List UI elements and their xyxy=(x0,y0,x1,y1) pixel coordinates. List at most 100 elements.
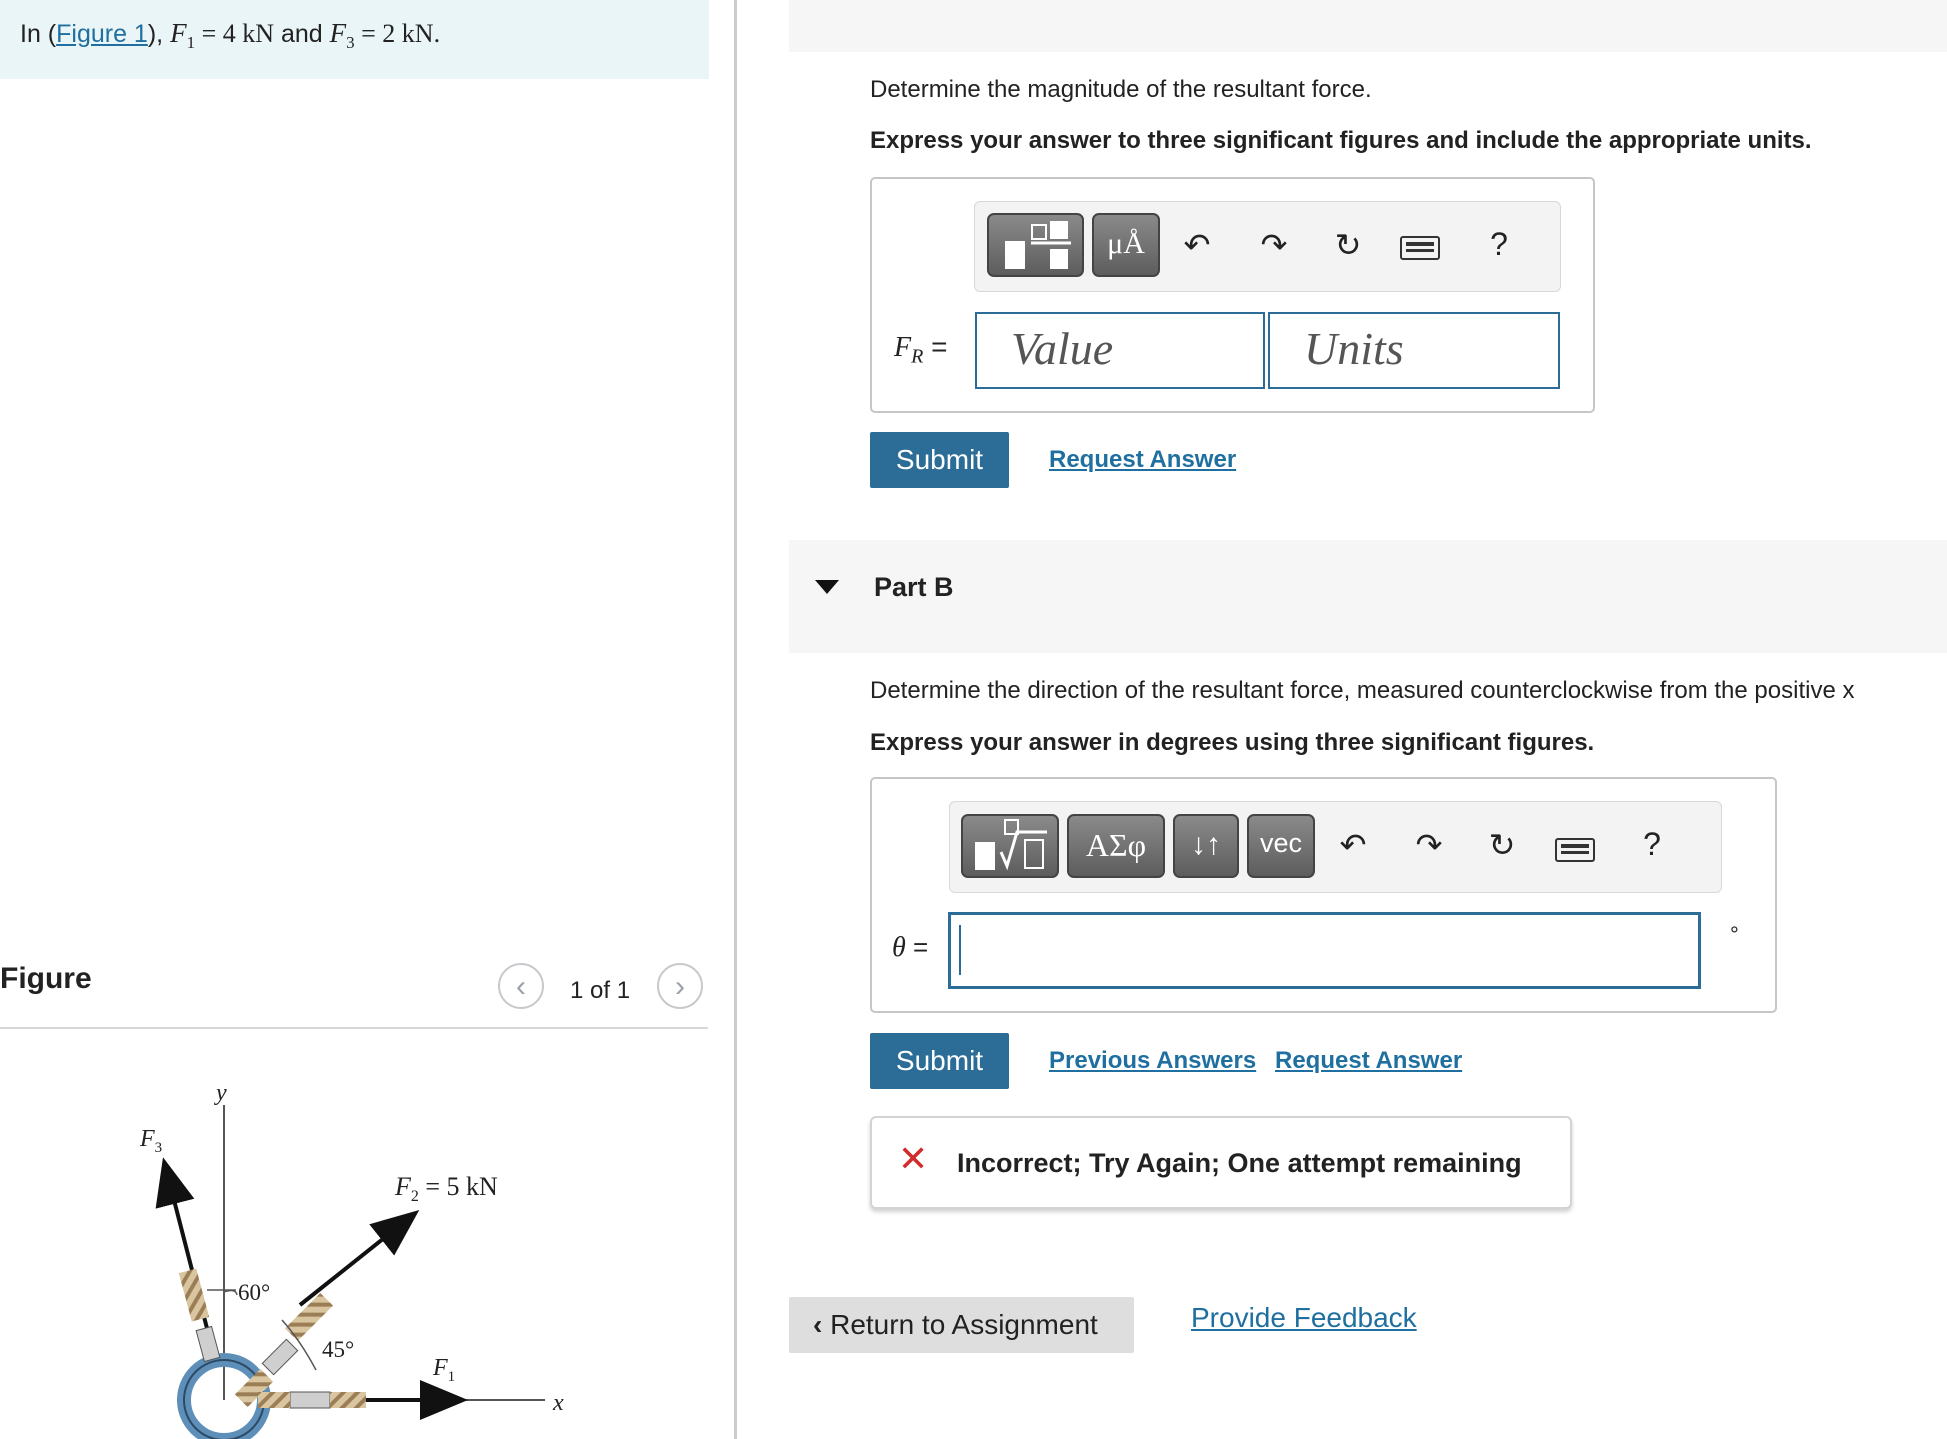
undo-button[interactable]: ↶ xyxy=(1175,226,1219,264)
reset-button[interactable]: ↻ xyxy=(1326,226,1370,264)
keyboard-button[interactable] xyxy=(1400,236,1440,265)
fraction-template-icon xyxy=(1005,221,1071,269)
chevron-right-icon: › xyxy=(675,970,685,1003)
force-diagram: y x F3 F2 = 5 kN F1 60° 45° xyxy=(139,1080,564,1439)
x-axis-label: x xyxy=(552,1390,564,1416)
f1-rope xyxy=(330,1392,366,1408)
value-placeholder: Value xyxy=(1011,323,1114,374)
feedback-message: ✕ Incorrect; Try Again; One attempt rema… xyxy=(870,1116,1572,1209)
f1-symbol: F xyxy=(170,18,187,48)
angle60-arc xyxy=(223,1289,238,1296)
collapse-triangle-icon xyxy=(815,580,839,594)
fr-symbol: F xyxy=(894,332,912,363)
part-b-instruction: Express your answer in degrees using thr… xyxy=(870,729,1595,756)
f1-rope-2 xyxy=(258,1392,290,1408)
fr-subscript: R xyxy=(911,345,924,368)
help-button[interactable]: ? xyxy=(1630,826,1674,863)
figure-divider xyxy=(0,1027,708,1029)
f3-label-sub: 3 xyxy=(155,1140,163,1156)
undo-icon: ↶ xyxy=(1339,827,1367,863)
figure-title: Figure xyxy=(0,962,92,995)
help-button[interactable]: ? xyxy=(1477,226,1521,263)
f2-label-value: = 5 kN xyxy=(419,1172,498,1201)
vec-button[interactable]: vec xyxy=(1247,814,1315,878)
theta-equals: = xyxy=(905,932,929,962)
f3-clamp xyxy=(195,1325,221,1363)
figure-counter: 1 of 1 xyxy=(570,977,631,1004)
problem-prefix: In ( xyxy=(20,20,57,48)
angle45-label: 45° xyxy=(322,1337,354,1362)
redo-icon: ↷ xyxy=(1415,827,1443,863)
figure-prev-button[interactable]: ‹ xyxy=(498,963,544,1009)
left-panel: In (Figure 1), F1 = 4 kN and F3 = 2 kN. … xyxy=(0,0,737,1439)
keyboard-button[interactable] xyxy=(1555,838,1595,867)
part-b-toolbar: ΑΣφ ↓↑ vec ↶ ↷ ↻ ? xyxy=(949,801,1722,893)
redo-button[interactable]: ↷ xyxy=(1252,226,1296,264)
f1-label-symbol: F xyxy=(432,1355,448,1381)
part-a-question: Determine the magnitude of the resultant… xyxy=(870,76,1372,103)
keyboard-icon xyxy=(1400,236,1440,260)
part-a-submit-button[interactable]: Submit xyxy=(870,432,1009,488)
problem-statement: In (Figure 1), F1 = 4 kN and F3 = 2 kN. xyxy=(0,0,709,79)
part-b-request-answer-link[interactable]: Request Answer xyxy=(1275,1047,1462,1075)
f1-label: F1 xyxy=(432,1355,455,1385)
f2-label: F2 = 5 kN xyxy=(394,1172,498,1205)
f3-label: F3 xyxy=(139,1126,162,1156)
undo-icon: ↶ xyxy=(1183,227,1211,263)
return-to-assignment-button[interactable]: ‹ Return to Assignment xyxy=(789,1297,1134,1353)
units-button[interactable]: μÅ xyxy=(1092,213,1160,277)
sqrt-template-button[interactable] xyxy=(961,814,1059,878)
part-b-answer-box: ΑΣφ ↓↑ vec ↶ ↷ ↻ ? θ = ° xyxy=(870,777,1777,1013)
chevron-left-icon: ‹ xyxy=(516,970,526,1003)
theta-label: θ = xyxy=(892,932,928,964)
units-placeholder: Units xyxy=(1304,323,1404,374)
part-a-instruction: Express your answer to three significant… xyxy=(870,127,1812,154)
units-input[interactable]: Units xyxy=(1268,312,1560,389)
value-input[interactable]: Value xyxy=(975,312,1265,389)
f3-label-symbol: F xyxy=(139,1126,155,1152)
redo-button[interactable]: ↷ xyxy=(1407,826,1451,864)
degree-unit: ° xyxy=(1730,922,1739,947)
part-b-header-bar[interactable]: Part B xyxy=(789,540,1947,653)
f3-rope xyxy=(178,1268,210,1322)
column-divider xyxy=(734,0,737,1439)
part-a-answer-box: μÅ ↶ ↷ ↻ ? FR = Value Units xyxy=(870,177,1595,413)
provide-feedback-link[interactable]: Provide Feedback xyxy=(1191,1302,1417,1334)
fr-label: FR = xyxy=(894,331,947,369)
f2-arrow xyxy=(298,1210,420,1307)
part-a-request-answer-link[interactable]: Request Answer xyxy=(1049,446,1236,474)
figure-link[interactable]: Figure 1 xyxy=(56,20,148,48)
fraction-template-button[interactable] xyxy=(987,213,1084,277)
f2-clamp xyxy=(261,1338,299,1376)
f1-value: = 4 kN xyxy=(195,19,275,48)
error-x-icon: ✕ xyxy=(898,1138,929,1179)
angle-input[interactable] xyxy=(948,912,1701,989)
f1-subscript: 1 xyxy=(186,33,196,52)
undo-button[interactable]: ↶ xyxy=(1331,826,1375,864)
fr-equals: = xyxy=(923,331,948,362)
part-b-submit-button[interactable]: Submit xyxy=(870,1033,1009,1089)
redo-icon: ↷ xyxy=(1260,227,1288,263)
feedback-text: Incorrect; Try Again; One attempt remain… xyxy=(957,1148,1522,1178)
sqrt-template-icon xyxy=(975,819,1047,871)
keyboard-icon xyxy=(1555,838,1595,862)
f2-label-sub: 2 xyxy=(411,1188,419,1205)
problem-and: and xyxy=(274,20,330,48)
text-cursor xyxy=(959,925,961,975)
theta-symbol: θ xyxy=(892,932,906,963)
angle60-label: 60° xyxy=(238,1280,270,1305)
reset-icon: ↻ xyxy=(1334,227,1362,263)
previous-answers-link[interactable]: Previous Answers xyxy=(1049,1047,1256,1075)
reset-icon: ↻ xyxy=(1488,827,1516,863)
y-axis-label: y xyxy=(214,1080,227,1106)
arrows-button[interactable]: ↓↑ xyxy=(1173,814,1239,878)
f2-label-symbol: F xyxy=(394,1172,412,1201)
chevron-left-icon: ‹ xyxy=(813,1309,823,1340)
f3-value: = 2 kN. xyxy=(354,19,441,48)
problem-text: In (Figure 1), F1 = 4 kN and F3 = 2 kN. xyxy=(20,18,440,53)
f1-label-sub: 1 xyxy=(448,1369,456,1385)
reset-button[interactable]: ↻ xyxy=(1480,826,1524,864)
part-b-question: Determine the direction of the resultant… xyxy=(870,677,1855,704)
greek-button[interactable]: ΑΣφ xyxy=(1067,814,1165,878)
figure-next-button[interactable]: › xyxy=(657,963,703,1009)
